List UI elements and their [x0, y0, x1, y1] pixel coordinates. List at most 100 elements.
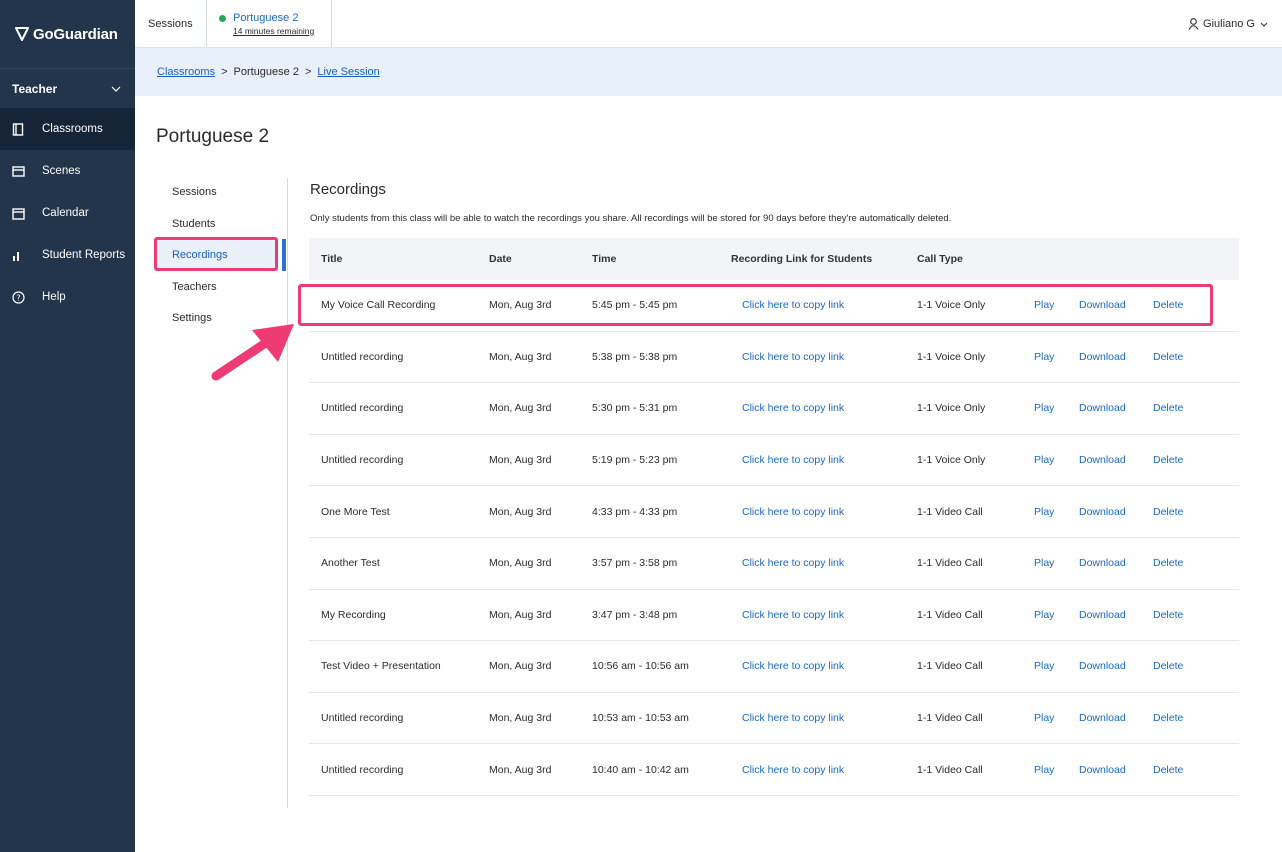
table-row: Untitled recording Mon, Aug 3rd 5:19 pm - … [309, 435, 1239, 487]
recording-date: Mon, Aug 3rd [489, 505, 552, 518]
tab-sessions[interactable]: Sessions [172, 186, 228, 218]
recording-date: Mon, Aug 3rd [489, 712, 552, 725]
copy-link[interactable]: Click here to copy link [742, 351, 844, 363]
call-type: 1-1 Video Call [917, 557, 983, 570]
role-selector[interactable]: Teacher [0, 68, 135, 108]
call-type: 1-1 Video Call [917, 660, 983, 673]
delete-link[interactable]: Delete [1153, 660, 1183, 672]
time-remaining: 14 minutes remaining [233, 26, 315, 36]
call-type: 1-1 Video Call [917, 763, 983, 776]
breadcrumb-classrooms[interactable]: Classrooms [157, 66, 215, 78]
breadcrumb-live-session[interactable]: Live Session [317, 66, 379, 78]
table-row: My Recording Mon, Aug 3rd 3:47 pm - 3:48 p… [309, 590, 1239, 642]
play-link[interactable]: Play [1034, 557, 1054, 569]
breadcrumb-separator: > [304, 66, 312, 78]
copy-link[interactable]: Click here to copy link [742, 764, 844, 776]
call-type: 1-1 Voice Only [917, 454, 986, 467]
recording-time: 3:57 pm - 3:58 pm [592, 557, 678, 570]
download-link[interactable]: Download [1079, 712, 1126, 724]
shield-icon [15, 27, 29, 41]
sidebar-item-help[interactable]: ? Help [0, 276, 135, 318]
download-link[interactable]: Download [1079, 557, 1126, 569]
copy-link[interactable]: Click here to copy link [742, 660, 844, 672]
column-header: Date [489, 253, 512, 265]
breadcrumb: Classrooms > Portuguese 2 > Live Session [135, 48, 1282, 96]
recording-title: My Recording [321, 608, 386, 621]
recording-title: Untitled recording [321, 454, 404, 467]
copy-link[interactable]: Click here to copy link [742, 712, 844, 724]
delete-link[interactable]: Delete [1153, 351, 1183, 363]
bar-chart-icon [13, 251, 19, 261]
current-session[interactable]: Portuguese 2 14 minutes remaining [207, 0, 332, 47]
play-link[interactable]: Play [1034, 660, 1054, 672]
download-link[interactable]: Download [1079, 660, 1126, 672]
sidebar-item-student-reports[interactable]: Student Reports [0, 234, 135, 276]
section-title: Recordings [310, 181, 386, 198]
table-row: One More Test Mon, Aug 3rd 4:33 pm - 4:33 … [309, 486, 1239, 538]
tab-students[interactable]: Students [172, 218, 228, 250]
play-link[interactable]: Play [1034, 506, 1054, 518]
play-link[interactable]: Play [1034, 402, 1054, 414]
highlight-box [298, 284, 1213, 326]
play-link[interactable]: Play [1034, 764, 1054, 776]
breadcrumb-separator: > [221, 66, 228, 78]
download-link[interactable]: Download [1079, 764, 1126, 776]
play-link[interactable]: Play [1034, 712, 1054, 724]
copy-link[interactable]: Click here to copy link [742, 609, 844, 621]
table-row: Untitled recording Mon, Aug 3rd 10:53 am -… [309, 693, 1239, 745]
delete-link[interactable]: Delete [1153, 764, 1183, 776]
delete-link[interactable]: Delete [1153, 402, 1183, 414]
brand-logo[interactable]: GoGuardian [0, 0, 135, 68]
call-type: 1-1 Video Call [917, 608, 983, 621]
sidebar-item-label: Student Reports [42, 249, 126, 261]
recording-date: Mon, Aug 3rd [489, 454, 552, 467]
recording-title: One More Test [321, 505, 390, 518]
table-row: Another Test Mon, Aug 3rd 3:57 pm - 3:58 p… [309, 538, 1239, 590]
sessions-link[interactable]: Sessions [135, 0, 207, 47]
play-link[interactable]: Play [1034, 351, 1054, 363]
table-row: Untitled recording Mon, Aug 3rd 10:40 am -… [309, 744, 1239, 796]
help-icon: ? [12, 290, 25, 304]
sidebar-item-scenes[interactable]: Scenes [0, 150, 135, 192]
top-bar: Sessions Portuguese 2 14 minutes remaini… [135, 0, 1282, 48]
play-link[interactable]: Play [1034, 454, 1054, 466]
download-link[interactable]: Download [1079, 506, 1126, 518]
column-header: Time [592, 253, 617, 265]
delete-link[interactable]: Delete [1153, 454, 1183, 466]
call-type: 1-1 Voice Only [917, 350, 986, 363]
sidebar-item-classrooms[interactable]: Classrooms [0, 108, 135, 150]
column-header: Title [321, 253, 343, 265]
play-link[interactable]: Play [1034, 609, 1054, 621]
sidebar-item-label: Scenes [42, 165, 81, 177]
recording-date: Mon, Aug 3rd [489, 763, 552, 776]
delete-link[interactable]: Delete [1153, 557, 1183, 569]
sidebar-item-calendar[interactable]: Calendar [0, 192, 135, 234]
copy-link[interactable]: Click here to copy link [742, 557, 844, 569]
sidebar-item-label: Classrooms [42, 123, 103, 135]
copy-link[interactable]: Click here to copy link [742, 402, 844, 414]
download-link[interactable]: Download [1079, 454, 1126, 466]
recording-date: Mon, Aug 3rd [489, 660, 552, 673]
table-row: Untitled recording Mon, Aug 3rd 5:30 pm - … [309, 383, 1239, 435]
scenes-icon [12, 165, 25, 177]
download-link[interactable]: Download [1079, 402, 1126, 414]
recording-time: 5:38 pm - 5:38 pm [592, 350, 678, 363]
copy-link[interactable]: Click here to copy link [742, 454, 844, 466]
user-menu[interactable]: Giuliano G [1188, 18, 1272, 30]
tab-recordings[interactable]: Recordings [172, 249, 228, 281]
chevron-down-icon [111, 86, 121, 92]
recording-time: 5:19 pm - 5:23 pm [592, 454, 678, 467]
download-link[interactable]: Download [1079, 351, 1126, 363]
delete-link[interactable]: Delete [1153, 506, 1183, 518]
recording-date: Mon, Aug 3rd [489, 608, 552, 621]
delete-link[interactable]: Delete [1153, 712, 1183, 724]
delete-link[interactable]: Delete [1153, 609, 1183, 621]
tab-teachers[interactable]: Teachers [172, 281, 228, 313]
section-description: Only students from this class will be ab… [310, 213, 952, 224]
recording-time: 3:47 pm - 3:48 pm [592, 608, 678, 621]
recording-title: Untitled recording [321, 402, 404, 415]
recording-title: Untitled recording [321, 350, 404, 363]
recording-title: Untitled recording [321, 712, 404, 725]
copy-link[interactable]: Click here to copy link [742, 506, 844, 518]
download-link[interactable]: Download [1079, 609, 1126, 621]
